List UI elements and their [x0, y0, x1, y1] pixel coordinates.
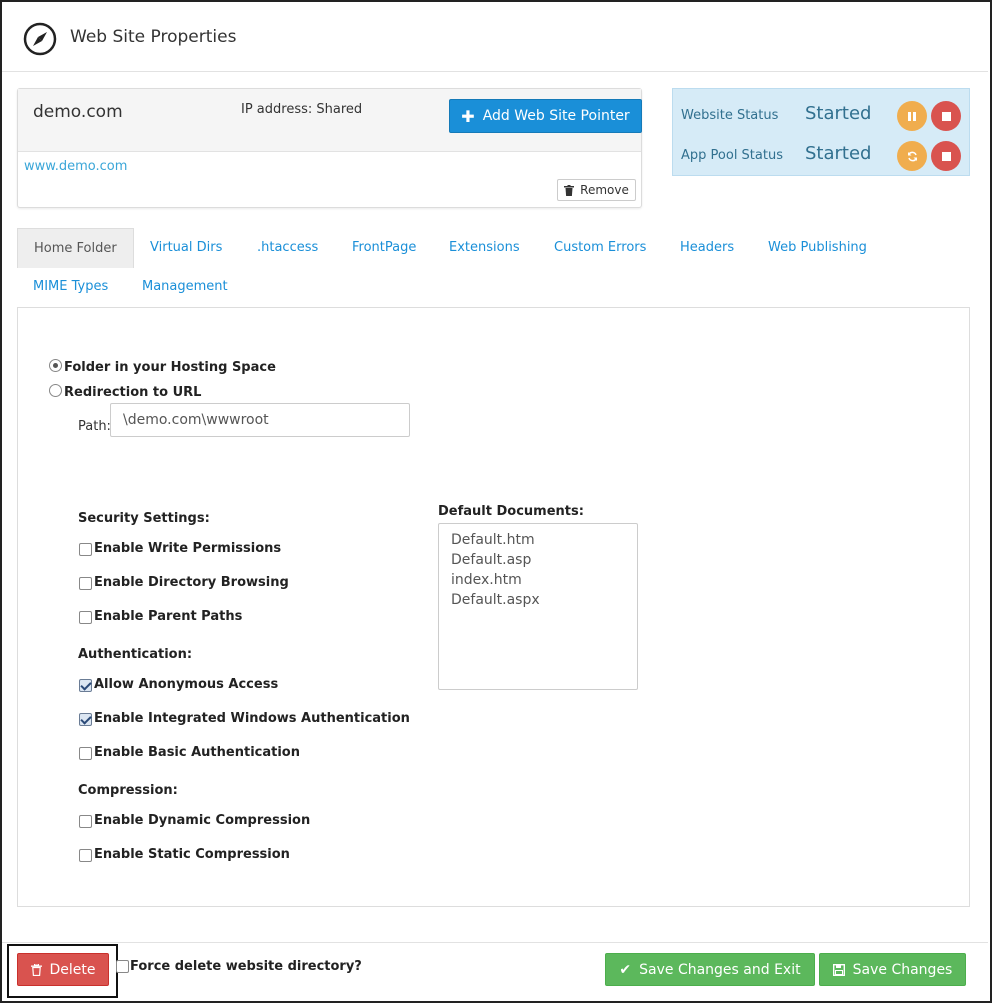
basic-auth-checkbox[interactable]	[79, 747, 92, 760]
default-document-item[interactable]: Default.htm	[451, 530, 625, 550]
anonymous-access-label: Allow Anonymous Access	[94, 677, 279, 692]
static-compression-label: Enable Static Compression	[94, 847, 290, 862]
pause-icon	[908, 111, 916, 121]
trash-icon	[564, 184, 575, 196]
path-label: Path:	[78, 419, 111, 434]
folder-radio[interactable]	[49, 359, 62, 372]
default-document-item[interactable]: Default.aspx	[451, 590, 625, 610]
save-changes-button[interactable]: Save Changes	[819, 953, 966, 986]
tab-home-folder[interactable]: Home Folder	[17, 228, 134, 268]
directory-browsing-checkbox[interactable]	[79, 577, 92, 590]
delete-label: Delete	[49, 961, 96, 978]
basic-auth-label: Enable Basic Authentication	[94, 745, 300, 760]
remove-pointer-button[interactable]: Remove	[557, 179, 636, 201]
default-documents-heading: Default Documents:	[438, 504, 584, 519]
force-delete-checkbox[interactable]	[116, 960, 129, 973]
save-exit-label: Save Changes and Exit	[639, 961, 801, 978]
domain-panel: demo.com IP address: Shared ✚ Add Web Si…	[17, 88, 642, 208]
app-pool-status-label: App Pool Status	[681, 148, 783, 163]
compression-heading: Compression:	[78, 783, 178, 798]
integrated-auth-checkbox[interactable]	[79, 713, 92, 726]
website-status-label: Website Status	[681, 108, 779, 123]
stop-app-pool-button[interactable]	[931, 141, 961, 171]
save-label: Save Changes	[852, 961, 953, 978]
recycle-app-pool-button[interactable]	[897, 141, 927, 171]
stop-icon	[941, 151, 951, 161]
tab-custom-errors[interactable]: Custom Errors	[538, 228, 662, 268]
website-status-row: Website Status Started	[673, 93, 971, 133]
tab-frontpage[interactable]: FrontPage	[336, 228, 432, 268]
default-document-item[interactable]: Default.asp	[451, 550, 625, 570]
stop-website-button[interactable]	[931, 101, 961, 131]
directory-browsing-label: Enable Directory Browsing	[94, 575, 289, 590]
website-status-value: Started	[805, 103, 872, 124]
compass-icon	[23, 22, 57, 56]
add-pointer-label: Add Web Site Pointer	[482, 108, 630, 124]
stop-icon	[941, 111, 951, 121]
domain-name: demo.com	[33, 102, 123, 122]
home-folder-panel: Folder in your Hosting Space Redirection…	[17, 307, 970, 907]
tab-htaccess[interactable]: .htaccess	[241, 228, 334, 268]
pointer-link[interactable]: www.demo.com	[24, 159, 127, 174]
plus-icon: ✚	[461, 106, 475, 126]
default-documents-list[interactable]: Default.htm Default.asp index.htm Defaul…	[438, 523, 638, 690]
folder-radio-label: Folder in your Hosting Space	[64, 360, 276, 375]
write-permissions-checkbox[interactable]	[79, 543, 92, 556]
tab-web-publishing[interactable]: Web Publishing	[752, 228, 883, 268]
dynamic-compression-label: Enable Dynamic Compression	[94, 813, 311, 828]
redirect-radio-label: Redirection to URL	[64, 385, 202, 400]
dynamic-compression-checkbox[interactable]	[79, 815, 92, 828]
parent-paths-label: Enable Parent Paths	[94, 609, 243, 624]
tab-headers[interactable]: Headers	[664, 228, 750, 268]
tab-extensions[interactable]: Extensions	[433, 228, 536, 268]
redirect-radio[interactable]	[49, 384, 62, 397]
trash-icon	[30, 963, 42, 976]
refresh-icon	[907, 151, 917, 161]
tab-management[interactable]: Management	[126, 267, 244, 307]
anonymous-access-checkbox[interactable]	[79, 679, 92, 692]
path-input[interactable]	[110, 403, 410, 437]
ip-address-label: IP address: Shared	[241, 102, 363, 117]
save-changes-and-exit-button[interactable]: ✔ Save Changes and Exit	[605, 953, 815, 986]
integrated-auth-label: Enable Integrated Windows Authentication	[94, 711, 410, 726]
parent-paths-checkbox[interactable]	[79, 611, 92, 624]
page-title: Web Site Properties	[70, 27, 237, 47]
status-panel: Website Status Started App Pool Status S…	[672, 88, 970, 176]
delete-button[interactable]: Delete	[17, 953, 109, 986]
write-permissions-label: Enable Write Permissions	[94, 541, 282, 556]
tab-bar: Home Folder Virtual Dirs .htaccess Front…	[17, 228, 970, 308]
pause-website-button[interactable]	[897, 101, 927, 131]
app-pool-status-row: App Pool Status Started	[673, 133, 971, 173]
floppy-disk-icon	[832, 963, 845, 976]
add-web-site-pointer-button[interactable]: ✚ Add Web Site Pointer	[449, 99, 642, 133]
force-delete-label: Force delete website directory?	[130, 959, 362, 974]
tab-mime-types[interactable]: MIME Types	[17, 267, 124, 307]
check-icon: ✔	[619, 961, 632, 978]
domain-panel-header: demo.com IP address: Shared ✚ Add Web Si…	[18, 89, 642, 152]
static-compression-checkbox[interactable]	[79, 849, 92, 862]
default-document-item[interactable]: index.htm	[451, 570, 625, 590]
title-bar: Web Site Properties	[2, 2, 988, 72]
app-pool-status-value: Started	[805, 143, 872, 164]
tab-virtual-dirs[interactable]: Virtual Dirs	[134, 228, 238, 268]
security-settings-heading: Security Settings:	[78, 511, 210, 526]
remove-label: Remove	[580, 183, 629, 197]
authentication-heading: Authentication:	[78, 647, 193, 662]
